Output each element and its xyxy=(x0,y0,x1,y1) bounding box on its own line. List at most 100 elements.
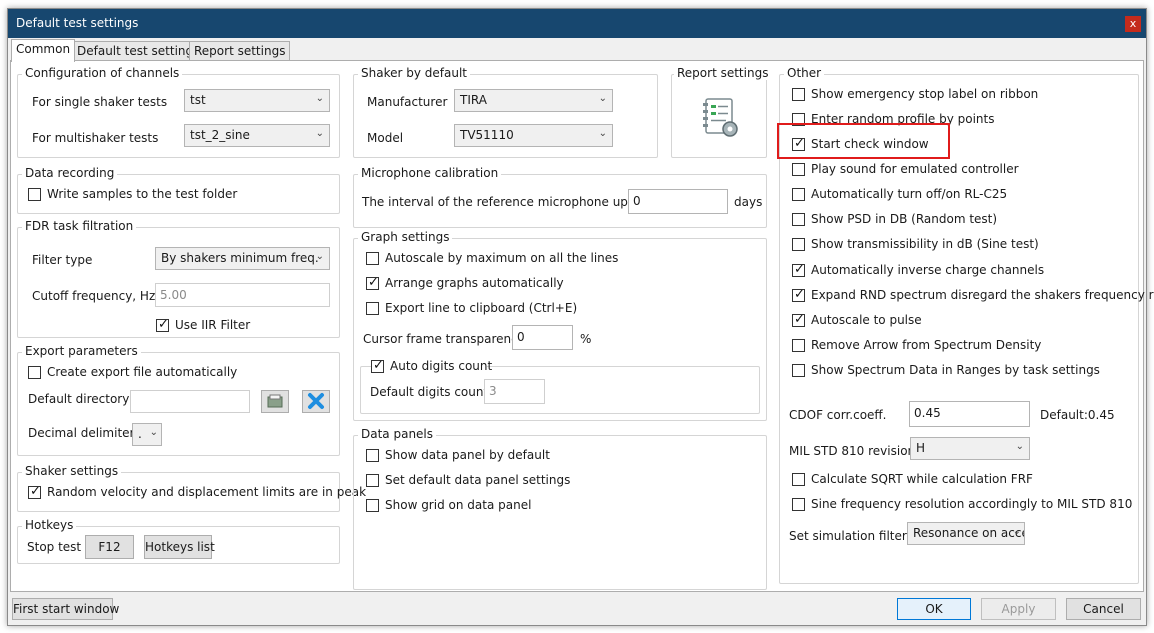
window-title: Default test settings xyxy=(16,16,139,30)
tab-report-settings[interactable]: Report settings xyxy=(189,41,291,61)
highlight-annotation xyxy=(777,123,950,159)
mil-std-label: MIL STD 810 revision xyxy=(789,444,916,458)
show-data-panel-label: Show data panel by default xyxy=(385,448,550,462)
mic-interval-label: The interval of the reference microphone… xyxy=(362,195,655,209)
other-option-label: Play sound for emulated controller xyxy=(811,162,1019,176)
write-samples-label: Write samples to the test folder xyxy=(47,187,238,201)
microphone-legend: Microphone calibration xyxy=(358,166,502,180)
checkbox-box: ✓ xyxy=(366,275,379,290)
other-option-label: Automatically inverse charge channels xyxy=(811,263,1045,277)
sim-filter-select[interactable]: Resonance on acce ⌄ xyxy=(907,522,1025,545)
checkbox-box xyxy=(28,366,41,379)
sine-resolution-label: Sine frequency resolution accordingly to… xyxy=(811,497,1133,511)
report-settings-group: Report settings xyxy=(671,66,772,158)
stop-test-hotkey-button[interactable]: F12 xyxy=(85,535,134,559)
check-icon: ✓ xyxy=(373,358,384,373)
hotkeys-legend: Hotkeys xyxy=(22,518,77,532)
model-value: TV51110 xyxy=(460,128,514,142)
check-icon: ✓ xyxy=(794,312,805,327)
multi-shaker-value: tst_2_sine xyxy=(190,128,250,142)
hotkeys-group: Hotkeys Stop test F12 Hotkeys list xyxy=(17,518,340,564)
autoscale-lines-label: Autoscale by maximum on all the lines xyxy=(385,251,619,265)
single-shaker-select[interactable]: tst ⌄ xyxy=(184,89,330,112)
export-group: Export parameters Create export file aut… xyxy=(17,344,340,456)
graph-settings-legend: Graph settings xyxy=(358,230,453,244)
checkbox-box xyxy=(366,252,379,265)
cancel-button[interactable]: Cancel xyxy=(1066,598,1141,620)
manufacturer-select[interactable]: TIRA ⌄ xyxy=(454,89,613,112)
report-settings-legend: Report settings xyxy=(674,66,772,80)
other-option-label: Show emergency stop label on ribbon xyxy=(811,87,1039,101)
mil-std-select[interactable]: H ⌄ xyxy=(910,437,1030,460)
cursor-transparency-value: 0 xyxy=(517,330,525,344)
report-settings-button[interactable] xyxy=(700,95,740,139)
ok-button[interactable]: OK xyxy=(897,598,971,620)
decimal-delimiter-value: . xyxy=(138,427,142,441)
cursor-transparency-unit: % xyxy=(580,332,592,346)
checkbox-box: ✓ xyxy=(371,358,384,373)
tab-default-test-settings[interactable]: Default test settings xyxy=(72,41,205,61)
checkbox-box xyxy=(792,213,805,226)
clear-directory-button[interactable] xyxy=(302,390,330,413)
show-grid-label: Show grid on data panel xyxy=(385,498,532,512)
create-export-label: Create export file automatically xyxy=(47,365,238,379)
auto-digits-checkbox[interactable]: ✓ Auto digits count xyxy=(371,358,492,376)
checkbox-box: ✓ xyxy=(792,287,805,302)
check-icon: ✓ xyxy=(158,317,169,332)
close-button[interactable]: x xyxy=(1125,16,1141,32)
browse-folder-button[interactable] xyxy=(261,390,289,413)
hotkeys-list-button[interactable]: Hotkeys list xyxy=(144,535,215,559)
cursor-transparency-label: Cursor frame transparency xyxy=(363,332,525,346)
chevron-down-icon: ⌄ xyxy=(149,427,158,438)
chevron-down-icon: ⌄ xyxy=(1015,441,1024,452)
other-option-label: Remove Arrow from Spectrum Density xyxy=(811,338,1042,352)
cdof-input[interactable]: 0.45 xyxy=(909,401,1030,427)
default-digits-input[interactable]: 3 xyxy=(484,379,545,404)
model-select[interactable]: TV51110 ⌄ xyxy=(454,124,613,147)
other-option-label: Automatically turn off/on RL-C25 xyxy=(811,187,1008,201)
checkbox-box xyxy=(28,188,41,201)
cutoff-input[interactable]: 5.00 xyxy=(155,283,330,307)
data-panels-group: Data panels Show data panel by default S… xyxy=(353,427,767,590)
multi-shaker-select[interactable]: tst_2_sine ⌄ xyxy=(184,124,330,147)
data-panels-legend: Data panels xyxy=(358,427,437,441)
checkbox-box: ✓ xyxy=(156,317,169,332)
manufacturer-label: Manufacturer xyxy=(367,95,448,109)
other-legend: Other xyxy=(784,66,825,80)
mil-std-value: H xyxy=(916,441,926,455)
first-start-window-button[interactable]: First start window xyxy=(12,598,119,620)
checkbox-box xyxy=(792,188,805,201)
default-directory-input[interactable] xyxy=(130,390,250,413)
default-digits-value: 3 xyxy=(489,384,497,398)
random-limits-label: Random velocity and displacement limits … xyxy=(47,485,367,499)
close-icon: x xyxy=(1129,17,1137,30)
mic-interval-value: 0 xyxy=(633,194,641,208)
cdof-default-label: Default:0.45 xyxy=(1040,408,1115,422)
default-digits-label: Default digits count xyxy=(370,385,489,399)
filter-type-select[interactable]: By shakers minimum freq. ⌄ xyxy=(155,247,330,270)
cutoff-label: Cutoff frequency, Hz xyxy=(32,289,156,303)
checkbox-box: ✓ xyxy=(28,484,41,499)
mic-interval-input[interactable]: 0 xyxy=(628,189,728,214)
cursor-transparency-input[interactable]: 0 xyxy=(512,325,573,350)
export-clipboard-label: Export line to clipboard (Ctrl+E) xyxy=(385,301,578,315)
cutoff-value: 5.00 xyxy=(160,288,187,302)
tab-common[interactable]: Common xyxy=(11,39,76,62)
dialog-window: Default test settings x Common Default t… xyxy=(7,8,1154,626)
tab-page-common: Configuration of channels For single sha… xyxy=(10,60,1154,592)
use-iir-label: Use IIR Filter xyxy=(175,318,251,332)
fdr-group: FDR task filtration Filter type By shake… xyxy=(17,219,340,338)
chevron-down-icon: ⌄ xyxy=(315,251,324,262)
apply-button[interactable]: Apply xyxy=(981,598,1056,620)
checkbox-box xyxy=(366,302,379,315)
other-option-label: Show Spectrum Data in Ranges by task set… xyxy=(811,363,1100,377)
manufacturer-value: TIRA xyxy=(460,93,487,107)
model-label: Model xyxy=(367,131,404,145)
multi-shaker-label: For multishaker tests xyxy=(32,131,159,145)
checkbox-box xyxy=(792,473,805,486)
chevron-down-icon: ⌄ xyxy=(315,93,324,104)
data-recording-group: Data recording Write samples to the test… xyxy=(17,166,340,214)
decimal-delimiter-select[interactable]: . ⌄ xyxy=(132,423,162,446)
set-data-panel-label: Set default data panel settings xyxy=(385,473,571,487)
chevron-down-icon: ⌄ xyxy=(598,93,607,104)
